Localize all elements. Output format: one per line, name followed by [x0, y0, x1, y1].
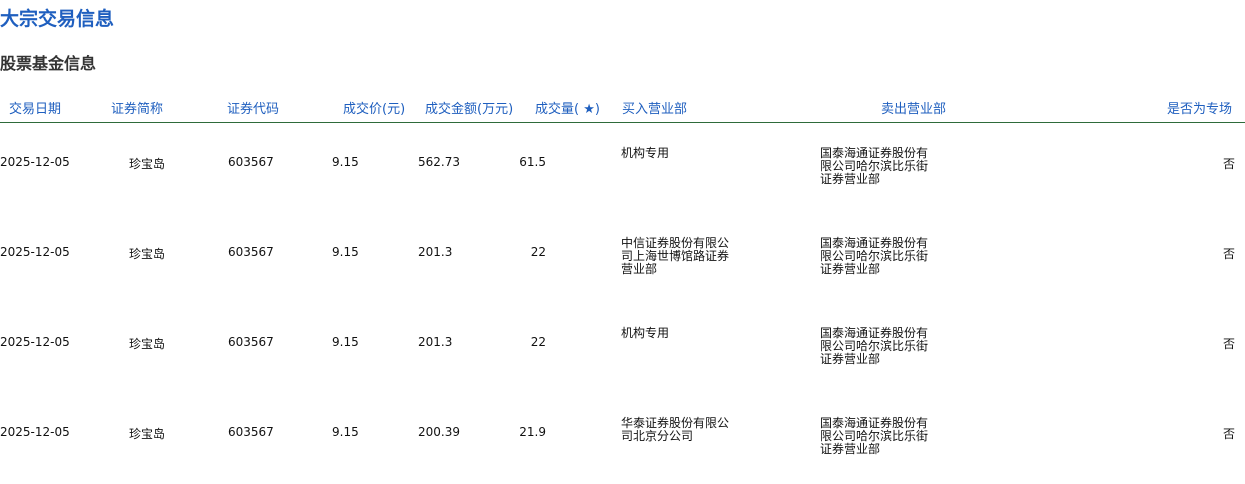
cell-price: 9.15: [332, 335, 359, 349]
cell-volume: 22: [530, 245, 546, 259]
cell-volume: 61.5: [519, 155, 546, 169]
cell-special: 否: [1222, 427, 1235, 441]
cell-amount: 201.3: [418, 245, 453, 259]
cell-code[interactable]: 603567: [228, 425, 274, 439]
header-seller[interactable]: 卖出营业部: [881, 98, 946, 117]
cell-date: 2025-12-05: [0, 155, 70, 169]
cell-date: 2025-12-05: [0, 425, 70, 439]
cell-code[interactable]: 603567: [228, 335, 274, 349]
table-row: 2025-12-05 珍宝岛 603567 9.15 201.3 22 机构专用…: [0, 303, 1245, 393]
cell-special: 否: [1222, 247, 1235, 261]
cell-price: 9.15: [332, 425, 359, 439]
cell-price: 9.15: [332, 155, 359, 169]
section-title: 股票基金信息: [0, 54, 97, 73]
cell-buyer: 机构专用: [621, 146, 670, 160]
cell-code[interactable]: 603567: [228, 155, 274, 169]
cell-buyer: 华泰证券股份有限公司北京分公司: [621, 416, 730, 443]
header-price[interactable]: 成交价(元): [343, 98, 405, 117]
header-buyer[interactable]: 买入营业部: [622, 98, 687, 117]
cell-date: 2025-12-05: [0, 335, 70, 349]
table-row: 2025-12-05 珍宝岛 603567 9.15 562.73 61.5 机…: [0, 123, 1245, 213]
header-security-code[interactable]: 证券代码: [227, 98, 279, 117]
cell-volume: 21.9: [519, 425, 546, 439]
table-row: 2025-12-05 珍宝岛 603567 9.15 200.39 21.9 华…: [0, 393, 1245, 483]
cell-volume: 22: [530, 335, 546, 349]
table-header: 交易日期 证券简称 证券代码 成交价(元) 成交金额(万元) 成交量( ★) 买…: [0, 96, 1245, 123]
cell-date: 2025-12-05: [0, 245, 70, 259]
cell-code[interactable]: 603567: [228, 245, 274, 259]
cell-amount: 200.39: [418, 425, 460, 439]
header-special[interactable]: 是否为专场: [1167, 98, 1232, 117]
header-amount[interactable]: 成交金额(万元): [425, 98, 513, 117]
header-volume[interactable]: 成交量( ★): [535, 98, 600, 117]
cell-name[interactable]: 珍宝岛: [129, 425, 165, 442]
cell-seller: 国泰海通证券股份有限公司哈尔滨比乐街证券营业部: [820, 146, 929, 186]
cell-buyer: 中信证券股份有限公司上海世博馆路证券营业部: [621, 236, 730, 276]
page-title: 大宗交易信息: [0, 8, 115, 30]
table-row: 2025-12-05 珍宝岛 603567 9.15 201.3 22 中信证券…: [0, 213, 1245, 303]
cell-seller: 国泰海通证券股份有限公司哈尔滨比乐街证券营业部: [820, 236, 929, 276]
cell-name[interactable]: 珍宝岛: [129, 335, 165, 352]
cell-special: 否: [1222, 157, 1235, 171]
cell-buyer: 机构专用: [621, 326, 670, 340]
cell-seller: 国泰海通证券股份有限公司哈尔滨比乐街证券营业部: [820, 326, 929, 366]
header-security-name[interactable]: 证券简称: [111, 98, 163, 117]
cell-name[interactable]: 珍宝岛: [129, 245, 165, 262]
cell-price: 9.15: [332, 245, 359, 259]
cell-amount: 562.73: [418, 155, 460, 169]
cell-special: 否: [1222, 337, 1235, 351]
cell-name[interactable]: 珍宝岛: [129, 155, 165, 172]
header-trade-date[interactable]: 交易日期: [9, 98, 61, 117]
cell-seller: 国泰海通证券股份有限公司哈尔滨比乐街证券营业部: [820, 416, 929, 456]
cell-amount: 201.3: [418, 335, 453, 349]
